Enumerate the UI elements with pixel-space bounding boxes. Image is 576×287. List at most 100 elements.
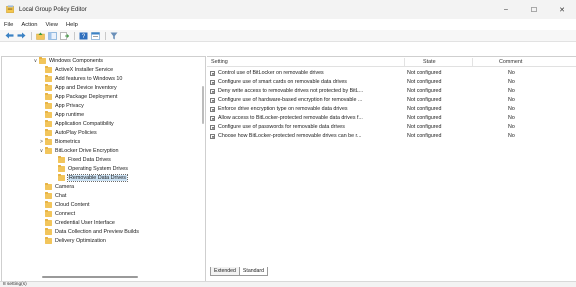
tree-item-removable-data-drives[interactable]: Removable Data Drives <box>58 174 128 182</box>
menu-action[interactable]: Action <box>21 22 37 28</box>
table-row[interactable]: Configure use of smart cards on removabl… <box>207 78 576 86</box>
folder-icon <box>45 219 52 226</box>
table-row[interactable]: Choose how BitLocker-protected removable… <box>207 132 576 140</box>
setting-comment: No <box>508 97 515 103</box>
back-arrow-icon[interactable] <box>4 31 14 40</box>
list-header: Setting State Comment <box>207 57 576 67</box>
tree-item-label: Connect <box>55 211 76 217</box>
filter-icon[interactable] <box>109 31 119 40</box>
close-button[interactable]: ✕ <box>548 0 576 19</box>
status-bar: 8 setting(s) <box>0 281 576 287</box>
tree-item-chat[interactable]: Chat <box>45 192 66 200</box>
setting-state: Not configured <box>407 106 442 112</box>
tree-item-os-drives[interactable]: Operating System Drives <box>58 165 128 173</box>
chevron-down-icon[interactable]: ∨ <box>32 58 39 64</box>
table-row[interactable]: Configure use of hardware-based encrypti… <box>207 96 576 104</box>
column-header-state[interactable]: State <box>423 57 436 67</box>
folder-icon <box>39 57 46 64</box>
tree-item-label: Delivery Optimization <box>55 238 106 244</box>
column-divider[interactable] <box>472 58 473 66</box>
policy-setting-icon <box>210 79 215 85</box>
export-list-icon[interactable] <box>59 31 69 40</box>
setting-comment: No <box>508 106 515 112</box>
setting-comment: No <box>508 133 515 139</box>
chevron-right-icon[interactable]: > <box>38 139 45 145</box>
tree-item-app-runtime[interactable]: App runtime <box>45 111 84 119</box>
column-divider[interactable] <box>404 58 405 66</box>
tree-item-fixed-data-drives[interactable]: Fixed Data Drives <box>58 156 111 164</box>
table-row[interactable]: Allow access to BitLocker-protected remo… <box>207 114 576 122</box>
tree-item-connect[interactable]: Connect <box>45 210 75 218</box>
tree-item-label: ActiveX Installer Service <box>55 67 114 73</box>
menu-view[interactable]: View <box>45 22 57 28</box>
menu-file[interactable]: File <box>4 22 13 28</box>
tree-item-bitlocker[interactable]: ∨ BitLocker Drive Encryption <box>38 147 119 155</box>
setting-name: Choose how BitLocker-protected removable… <box>218 133 362 139</box>
settings-list[interactable]: Setting State Comment Control use of Bit… <box>207 56 576 283</box>
tree-item-label: Cloud Content <box>55 202 90 208</box>
tree-item-label: Add features to Windows 10 <box>55 76 123 82</box>
group-policy-app-icon <box>6 5 14 13</box>
tree-item-activex[interactable]: ActiveX Installer Service <box>45 66 113 74</box>
minimize-button[interactable]: – <box>492 0 520 19</box>
tab-standard[interactable]: Standard <box>238 267 268 276</box>
tree-item-credential-ui[interactable]: Credential User Interface <box>45 219 115 227</box>
tree-item-app-package-deployment[interactable]: App Package Deployment <box>45 93 117 101</box>
setting-name: Configure use of hardware-based encrypti… <box>218 97 363 103</box>
tree-item-biometrics[interactable]: > Biometrics <box>38 138 80 146</box>
properties-icon[interactable] <box>90 31 100 40</box>
folder-icon <box>45 75 52 82</box>
tree-horizontal-scrollbar[interactable] <box>42 276 138 278</box>
tree-item-add-features[interactable]: Add features to Windows 10 <box>45 75 122 83</box>
chevron-down-icon[interactable]: ∨ <box>38 148 45 154</box>
folder-icon <box>45 210 52 217</box>
column-header-setting[interactable]: Setting <box>211 57 228 67</box>
tree-item-label: Operating System Drives <box>68 166 128 172</box>
folder-icon <box>45 138 52 145</box>
forward-arrow-icon[interactable] <box>16 31 26 40</box>
toolbar-separator <box>31 31 32 40</box>
table-row[interactable]: Enforce drive encryption type on removab… <box>207 105 576 113</box>
tree-item-app-device-inventory[interactable]: App and Device Inventory <box>45 84 117 92</box>
tree-item-label: Fixed Data Drives <box>68 157 111 163</box>
setting-name: Allow access to BitLocker-protected remo… <box>218 115 363 121</box>
maximize-button[interactable]: ☐ <box>520 0 548 19</box>
table-row[interactable]: Configure use of passwords for removable… <box>207 123 576 131</box>
setting-state: Not configured <box>407 70 442 76</box>
tree-item-windows-components[interactable]: ∨ Windows Components <box>32 57 103 65</box>
tree-item-application-compatibility[interactable]: Application Compatibility <box>45 120 114 128</box>
folder-icon <box>45 66 52 73</box>
help-icon[interactable]: ? <box>78 31 88 40</box>
tree-item-label: Chat <box>55 193 67 199</box>
tree-item-delivery-optimization[interactable]: Delivery Optimization <box>45 237 106 245</box>
tree-item-autoplay-policies[interactable]: AutoPlay Policies <box>45 129 97 137</box>
setting-comment: No <box>508 88 515 94</box>
tree-item-label: Removable Data Drives <box>67 174 128 182</box>
tree-item-cloud-content[interactable]: Cloud Content <box>45 201 89 209</box>
tree-item-data-collection[interactable]: Data Collection and Preview Builds <box>45 228 139 236</box>
column-header-comment[interactable]: Comment <box>499 57 522 67</box>
tree-item-label: Application Compatibility <box>55 121 114 127</box>
tree-item-label: App Package Deployment <box>55 94 118 100</box>
tab-extended[interactable]: Extended <box>210 267 240 276</box>
show-hide-tree-icon[interactable] <box>47 31 57 40</box>
tree-item-camera[interactable]: Camera <box>45 183 74 191</box>
window-title: Local Group Policy Editor <box>19 6 87 13</box>
folder-up-icon[interactable] <box>35 31 45 40</box>
menu-help[interactable]: Help <box>66 22 78 28</box>
setting-state: Not configured <box>407 115 442 121</box>
policy-tree[interactable]: ∨ Windows Components ActiveX Installer S… <box>1 56 206 283</box>
tree-item-app-privacy[interactable]: App Privacy <box>45 102 84 110</box>
table-row[interactable]: Deny write access to removable drives no… <box>207 87 576 95</box>
folder-icon <box>58 156 65 163</box>
table-row[interactable]: Control use of BitLocker on removable dr… <box>207 69 576 77</box>
menu-bar: File Action View Help <box>0 19 576 30</box>
setting-comment: No <box>508 79 515 85</box>
tree-item-label: AutoPlay Policies <box>55 130 97 136</box>
folder-icon <box>45 120 52 127</box>
tree-item-label: Windows Components <box>49 58 103 64</box>
tree-vertical-scrollbar[interactable] <box>202 86 204 124</box>
toolbar: ? <box>0 30 576 42</box>
folder-icon <box>45 84 52 91</box>
folder-icon <box>45 183 52 190</box>
